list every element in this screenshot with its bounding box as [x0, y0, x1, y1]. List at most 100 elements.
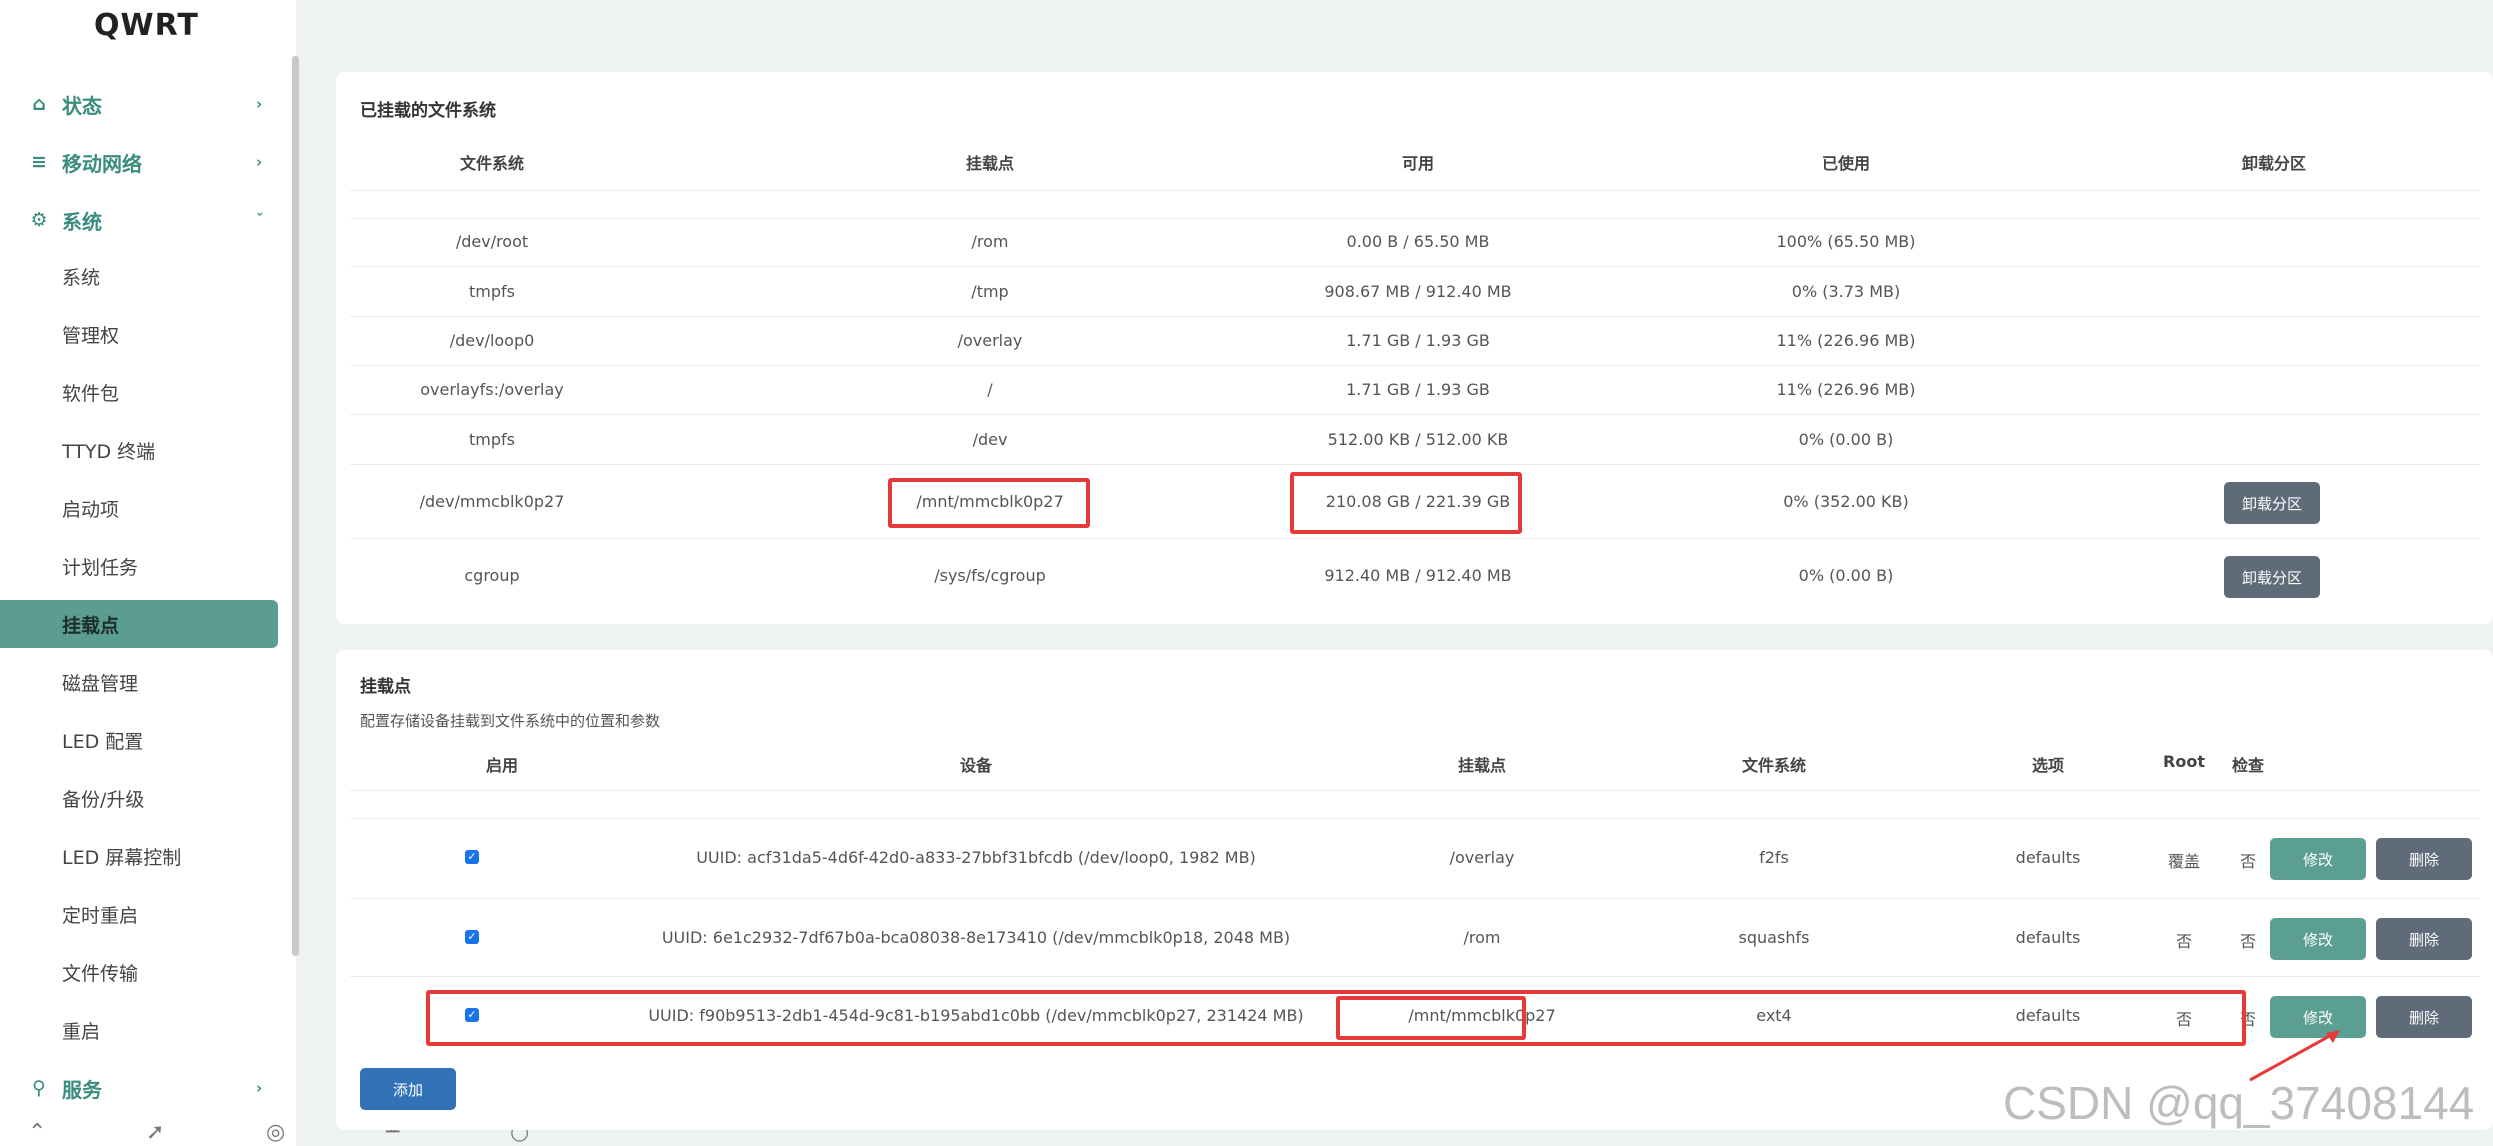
table-cell: defaults [2015, 928, 2081, 947]
delete-button[interactable]: 删除 [2376, 918, 2472, 960]
th-mountpoint: 挂载点 [965, 154, 1014, 173]
sidebar: QWRT ⌂ 状态 › ≡ 移动网络 › ⚙ 系统 ˇ 系统 管理权 软件包 T… [0, 0, 529, 1146]
nav-sub-file-transfer[interactable]: 文件传输 [0, 948, 278, 996]
delete-button[interactable]: 删除 [2376, 996, 2472, 1038]
mountpoints-card: 挂载点 配置存储设备挂载到文件系统中的位置和参数 启用 设备 挂载点 文件系统 … [336, 650, 2493, 1130]
th-device: 设备 [959, 756, 992, 775]
edit-button[interactable]: 修改 [2270, 838, 2366, 880]
nav-sub-label: 重启 [62, 1020, 101, 1043]
nav-mobile-label: 移动网络 [62, 151, 142, 176]
chevron-down-icon: ˇ [256, 211, 264, 229]
enable-checkbox[interactable]: ✓ [465, 930, 479, 944]
table-cell: /dev [972, 430, 1008, 449]
mounted-title: 已挂载的文件系统 [360, 101, 496, 121]
table-cell: /tmp [971, 282, 1009, 301]
table-cell: tmpfs [469, 282, 515, 301]
divider [350, 538, 2480, 539]
sidebar-scrollbar[interactable] [292, 56, 299, 956]
nav-sub-ttyd[interactable]: TTYD 终端 [0, 426, 278, 474]
send-icon[interactable]: ➚ [146, 1120, 164, 1145]
edit-button[interactable]: 修改 [2270, 918, 2366, 960]
table-cell: 100% (65.50 MB) [1776, 232, 1916, 251]
nav-sub-label: 文件传输 [62, 962, 139, 985]
nav-sub-led-screen[interactable]: LED 屏幕控制 [0, 832, 278, 880]
enable-checkbox[interactable]: ✓ [465, 850, 479, 864]
divider [350, 218, 2480, 219]
th-mountpoint: 挂载点 [1457, 756, 1506, 775]
nav-status[interactable]: ⌂ 状态 › [0, 80, 278, 128]
table-cell: 0% (0.00 B) [1798, 566, 1894, 585]
table-cell: 1.71 GB / 1.93 GB [1346, 380, 1490, 399]
nav-sub-label: LED 配置 [62, 730, 144, 753]
nav-sub-reboot-schedule[interactable]: 定时重启 [0, 890, 278, 938]
table-cell: /dev/loop0 [449, 331, 535, 350]
nav-sub-label: TTYD 终端 [62, 440, 156, 463]
nav-sub-label: 挂载点 [62, 614, 120, 637]
nav-sub-reboot[interactable]: 重启 [0, 1006, 278, 1054]
table-cell: /rom [971, 232, 1009, 251]
nav-sub-packages[interactable]: 软件包 [0, 368, 278, 416]
nav-services[interactable]: ⚲ 服务 › [0, 1064, 278, 1112]
table-cell: /dev/root [455, 232, 529, 251]
chevron-right-icon: › [256, 95, 263, 113]
th-filesystem: 文件系统 [1741, 756, 1806, 775]
nav-system[interactable]: ⚙ 系统 ˇ [0, 196, 278, 244]
nav-sub-label: 管理权 [62, 324, 120, 347]
user-icon: ⚲ [32, 1077, 46, 1099]
table-cell: 1.71 GB / 1.93 GB [1346, 331, 1490, 350]
table-cell: /dev/mmcblk0p27 [419, 492, 565, 511]
nav-sub-system[interactable]: 系统 [0, 252, 278, 300]
table-cell: / [987, 380, 993, 399]
nav-sub-admin[interactable]: 管理权 [0, 310, 278, 358]
th-available: 可用 [1401, 154, 1434, 173]
divider [350, 266, 2480, 267]
highlight-box [888, 478, 1090, 528]
delete-button[interactable]: 删除 [2376, 838, 2472, 880]
divider [350, 190, 2480, 191]
chevron-right-icon: › [256, 153, 263, 171]
table-cell: /sys/fs/cgroup [934, 566, 1046, 585]
home-icon: ⌂ [32, 93, 46, 115]
table-cell: UUID: acf31da5-4d6f-42d0-a833-27bbf31bfc… [696, 848, 1256, 867]
nav-services-label: 服务 [62, 1077, 102, 1102]
table-cell: 0% (0.00 B) [1798, 430, 1894, 449]
nav-status-label: 状态 [62, 93, 102, 118]
th-filesystem: 文件系统 [459, 154, 524, 173]
divider [350, 365, 2480, 366]
highlight-box [1290, 472, 1522, 534]
nav-mobile[interactable]: ≡ 移动网络 › [0, 138, 278, 186]
divider [350, 464, 2480, 465]
table-cell: 512.00 KB / 512.00 KB [1327, 430, 1509, 449]
watermark: CSDN @qq_37408144 [2003, 1077, 2475, 1129]
nav-sub-label: 备份/升级 [62, 788, 145, 811]
home-icon[interactable]: ⌃ [28, 1120, 46, 1145]
compass-icon[interactable]: ◎ [266, 1120, 285, 1145]
unmount-button[interactable]: 卸载分区 [2224, 482, 2320, 524]
nav-sub-startup[interactable]: 启动项 [0, 484, 278, 532]
divider [350, 414, 2480, 415]
nav-sub-backup[interactable]: 备份/升级 [0, 774, 278, 822]
table-cell: 912.40 MB / 912.40 MB [1324, 566, 1512, 585]
table-cell: 11% (226.96 MB) [1776, 380, 1916, 399]
nav-sub-label: 磁盘管理 [62, 672, 139, 695]
table-cell: f2fs [1759, 848, 1789, 867]
nav-sub-cron[interactable]: 计划任务 [0, 542, 278, 590]
nav-sub-disk[interactable]: 磁盘管理 [0, 658, 278, 706]
divider [350, 790, 2480, 791]
divider [350, 818, 2480, 819]
add-button[interactable]: 添加 [360, 1068, 456, 1110]
th-used: 已使用 [1821, 154, 1870, 173]
nav-sub-led[interactable]: LED 配置 [0, 716, 278, 764]
divider [350, 976, 2480, 977]
table-cell: 0% (3.73 MB) [1791, 282, 1901, 301]
nav-sub-label: 定时重启 [62, 904, 139, 927]
nav-sub-mountpoints[interactable]: 挂载点 [0, 600, 278, 648]
table-cell: defaults [2015, 848, 2081, 867]
mounted-filesystems-card: 已挂载的文件系统 文件系统 挂载点 可用 已使用 卸载分区 /dev/root … [336, 72, 2493, 624]
table-cell: 11% (226.96 MB) [1776, 331, 1916, 350]
highlight-box [1336, 996, 1526, 1040]
table-cell: 0% (352.00 KB) [1783, 492, 1909, 511]
nav-sub-label: 软件包 [62, 382, 120, 405]
unmount-button[interactable]: 卸载分区 [2224, 556, 2320, 598]
table-cell: overlayfs:/overlay [420, 380, 564, 399]
